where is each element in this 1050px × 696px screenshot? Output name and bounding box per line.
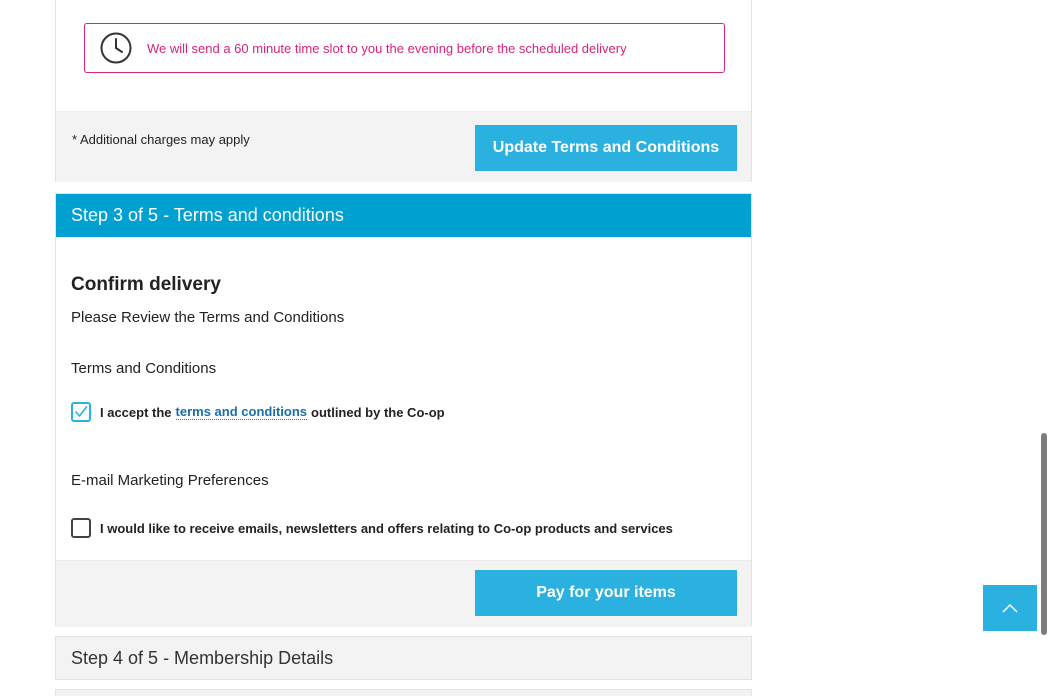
accept-terms-prefix: I accept the [100,404,172,420]
delivery-notice-text: We will send a 60 minute time slot to yo… [147,40,627,56]
delivery-details-card: We will send a 60 minute time slot to yo… [55,0,752,182]
accept-terms-row: I accept the terms and conditions outlin… [71,402,445,422]
email-preferences-label: E-mail Marketing Preferences [71,472,269,489]
accept-terms-suffix: outlined by the Co-op [311,404,445,420]
step3-terms-card: Step 3 of 5 - Terms and conditions Confi… [55,193,752,627]
delivery-timeslot-notice: We will send a 60 minute time slot to yo… [84,23,725,73]
checkout-page: We will send a 60 minute time slot to yo… [0,0,1050,696]
email-optin-row: I would like to receive emails, newslett… [71,518,673,538]
step4-membership-header[interactable]: Step 4 of 5 - Membership Details [55,636,752,680]
accept-terms-checkbox[interactable] [71,402,91,422]
review-terms-text: Please Review the Terms and Conditions [71,309,345,326]
step3-footer: Pay for your items [56,560,751,627]
clock-icon [100,32,132,64]
pay-for-items-button[interactable]: Pay for your items [475,570,737,616]
email-optin-text: I would like to receive emails, newslett… [100,520,673,536]
chevron-up-icon [1002,603,1018,613]
step3-header[interactable]: Step 3 of 5 - Terms and conditions [56,194,751,237]
scrollbar-thumb[interactable] [1041,433,1047,635]
update-terms-button[interactable]: Update Terms and Conditions [475,125,737,171]
scroll-to-top-button[interactable] [983,585,1037,631]
email-optin-checkbox[interactable] [71,518,91,538]
additional-charges-note: * Additional charges may apply [72,132,250,147]
terms-section-label: Terms and Conditions [71,360,217,377]
step5-collapsed-card [55,689,752,696]
confirm-delivery-title: Confirm delivery [71,274,221,295]
terms-and-conditions-link[interactable]: terms and conditions [175,404,307,420]
delivery-card-footer: * Additional charges may apply Update Te… [56,111,751,182]
checkmark-icon [75,406,88,417]
